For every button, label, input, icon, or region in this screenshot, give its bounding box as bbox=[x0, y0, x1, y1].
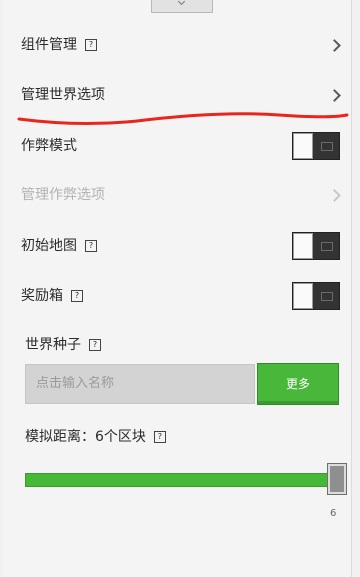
cheat-mode-label: 作弊模式 bbox=[21, 138, 77, 154]
settings-row-cheat-options: 管理作弊选项 bbox=[3, 177, 352, 217]
toggle-off-indicator bbox=[321, 242, 333, 251]
bonus-chest-label-text: 奖励箱 bbox=[21, 288, 63, 304]
world-options-label: 管理世界选项 bbox=[21, 87, 105, 103]
help-icon[interactable]: ? bbox=[85, 39, 97, 51]
settings-row-components[interactable]: 组件管理? bbox=[3, 27, 352, 67]
settings-row-cheat-mode: 作弊模式 bbox=[3, 128, 352, 168]
distance-label: 模拟距离：6个区块? bbox=[25, 427, 166, 447]
starting-map-label-text: 初始地图 bbox=[21, 238, 77, 254]
toggle-knob bbox=[293, 133, 313, 159]
collapse-handle[interactable] bbox=[151, 0, 213, 13]
cheat-mode-toggle[interactable] bbox=[292, 132, 340, 160]
help-icon[interactable]: ? bbox=[85, 240, 97, 252]
starting-map-toggle[interactable] bbox=[292, 232, 340, 260]
bonus-chest-toggle[interactable] bbox=[292, 282, 340, 310]
help-icon[interactable]: ? bbox=[89, 339, 101, 351]
distance-slider-track[interactable] bbox=[25, 473, 339, 487]
chevron-right-icon bbox=[328, 189, 341, 202]
distance-header: 模拟距离：6个区块? bbox=[3, 419, 352, 459]
red-annotation-underline bbox=[17, 112, 349, 125]
seed-label-text: 世界种子 bbox=[25, 337, 81, 353]
settings-row-bonus-chest: 奖励箱? bbox=[3, 278, 352, 318]
chevron-right-icon bbox=[328, 89, 341, 102]
distance-label-text: 模拟距离：6个区块 bbox=[25, 429, 146, 445]
distance-slider-value: 6 bbox=[330, 508, 337, 519]
help-icon[interactable]: ? bbox=[71, 290, 83, 302]
toggle-off-indicator bbox=[321, 292, 333, 301]
toggle-off-indicator bbox=[321, 142, 333, 151]
components-label-text: 组件管理 bbox=[21, 37, 77, 53]
chevron-right-icon bbox=[328, 39, 341, 52]
starting-map-label: 初始地图? bbox=[21, 236, 97, 256]
components-label: 组件管理? bbox=[21, 35, 97, 55]
cheat-options-label: 管理作弊选项 bbox=[21, 187, 105, 203]
bonus-chest-label: 奖励箱? bbox=[21, 286, 83, 306]
settings-row-starting-map: 初始地图? bbox=[3, 228, 352, 268]
help-icon[interactable]: ? bbox=[153, 431, 166, 443]
settings-panel: 组件管理? 管理世界选项 作弊模式 管理作弊选项 初始地图? 奖励箱 ? 世界种… bbox=[3, 0, 352, 577]
seed-input[interactable]: 点击输入名称 bbox=[25, 364, 255, 404]
toggle-knob bbox=[293, 233, 313, 259]
distance-slider-thumb[interactable] bbox=[327, 463, 347, 495]
seed-header: 世界种子? bbox=[3, 327, 352, 367]
toggle-knob bbox=[293, 283, 313, 309]
more-button[interactable]: 更多 bbox=[257, 363, 339, 405]
seed-label: 世界种子? bbox=[25, 335, 101, 355]
